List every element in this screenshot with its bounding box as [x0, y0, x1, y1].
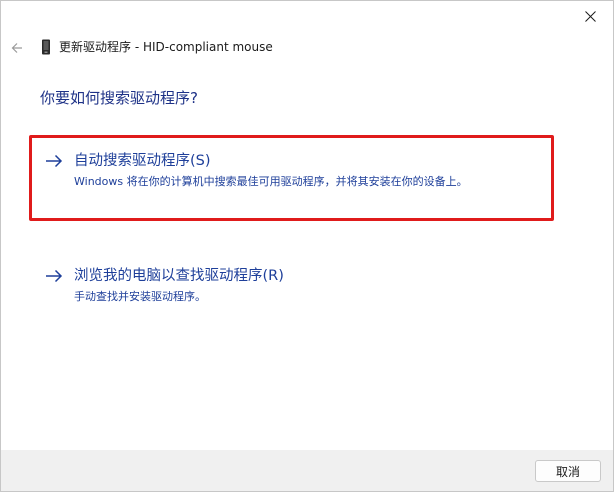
back-button[interactable]	[7, 38, 27, 58]
close-icon	[584, 10, 596, 22]
close-button[interactable]	[567, 1, 613, 31]
title-bar	[1, 1, 613, 31]
page-question: 你要如何搜索驱动程序?	[40, 89, 198, 107]
browse-computer-description: 手动查找并安装驱动程序。	[74, 290, 206, 303]
arrow-right-icon	[46, 154, 63, 168]
cancel-button[interactable]: 取消	[535, 460, 601, 482]
update-driver-dialog: 更新驱动程序 - HID-compliant mouse 你要如何搜索驱动程序?…	[0, 0, 614, 492]
auto-search-description: Windows 将在你的计算机中搜索最佳可用驱动程序，并将其安装在你的设备上。	[74, 175, 468, 188]
device-icon	[42, 39, 50, 55]
arrow-right-icon	[46, 269, 63, 283]
arrow-left-icon	[11, 43, 22, 53]
auto-search-title: 自动搜索驱动程序(S)	[74, 153, 211, 169]
dialog-footer: 取消	[1, 450, 613, 491]
dialog-header-title: 更新驱动程序 - HID-compliant mouse	[59, 40, 273, 54]
browse-computer-title: 浏览我的电脑以查找驱动程序(R)	[74, 268, 284, 284]
